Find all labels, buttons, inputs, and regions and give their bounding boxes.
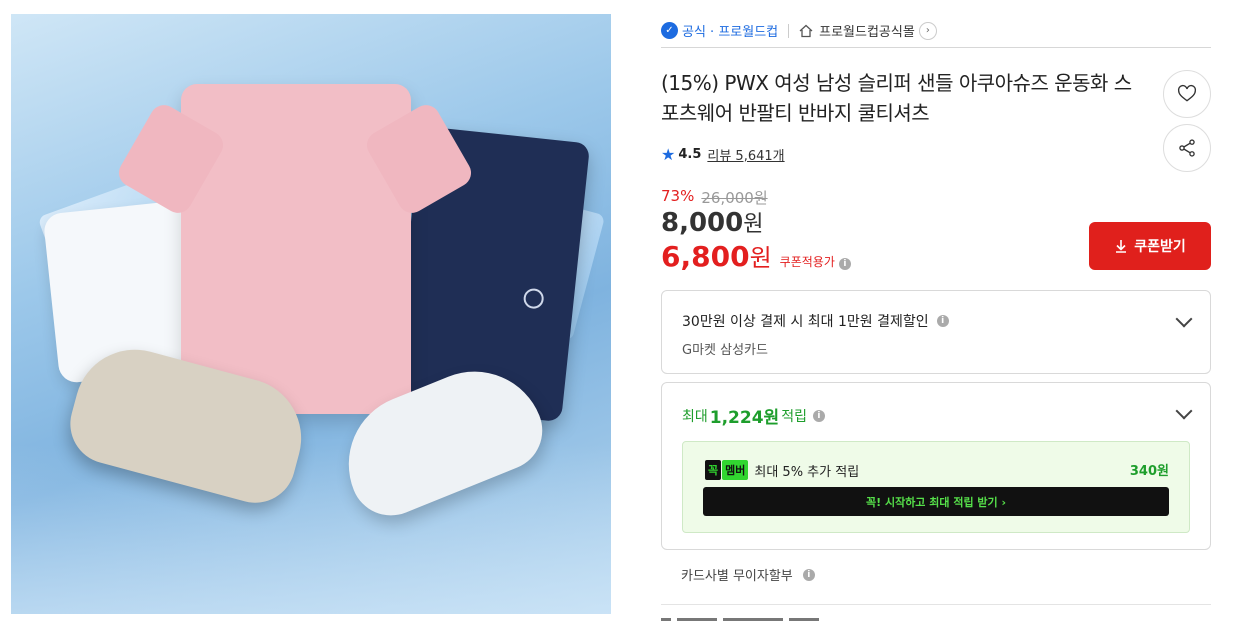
info-icon[interactable]: i xyxy=(936,315,949,327)
shorts-logo xyxy=(522,287,545,310)
points-amount: 1,224원 xyxy=(709,408,780,428)
coupon-price-label: 쿠폰적용가 xyxy=(779,255,835,269)
chevron-down-icon[interactable] xyxy=(1175,310,1193,328)
member-benefit-text: 최대 5% 추가 적립 xyxy=(754,464,860,480)
card-benefit-sub: G마켓 삼성카드 xyxy=(682,343,768,358)
home-icon xyxy=(799,24,813,37)
info-icon[interactable]: i xyxy=(812,409,825,422)
card-benefit-text: 30만원 이상 결제 시 최대 1만원 결제할인 xyxy=(682,314,929,330)
member-start-button[interactable]: 꼭! 시작하고 최대 적립 받기 › xyxy=(703,487,1169,516)
product-image[interactable] xyxy=(11,14,611,614)
member-logo: 꼭 xyxy=(705,460,722,480)
installment-row[interactable]: 카드사별 무이자할부 i xyxy=(681,565,815,584)
rating: ★ 4.5 리뷰 5,641개 xyxy=(661,145,785,164)
sale-price-value: 8,000 xyxy=(661,208,744,238)
sale-price: 8,000원 xyxy=(661,206,764,238)
card-benefit-main: 30만원 이상 결제 시 최대 1만원 결제할인 i xyxy=(682,311,949,331)
share-icon xyxy=(1179,139,1195,157)
member-points: 340원 xyxy=(1129,464,1169,479)
card-benefit-box[interactable]: 30만원 이상 결제 시 최대 1만원 결제할인 i G마켓 삼성카드 xyxy=(661,290,1211,374)
pink-tshirt xyxy=(113,84,477,414)
official-badge-icon: ✓ xyxy=(661,22,678,39)
member-row: 꼭 멤버 최대 5% 추가 적립 xyxy=(705,460,859,480)
divider xyxy=(788,23,790,38)
rating-value: 4.5 xyxy=(678,147,702,162)
sale-price-unit: 원 xyxy=(743,212,764,237)
seller-bar: ✓ 공식 · 프로월드컵 프로월드컵공식몰 › xyxy=(661,14,1211,48)
coupon-price: 6,800 원 쿠폰적용가 i xyxy=(661,238,851,273)
discount-rate: 73% xyxy=(661,187,695,205)
points-suffix: 적립 xyxy=(781,408,807,425)
wish-button[interactable] xyxy=(1163,70,1211,118)
chevron-down-icon[interactable] xyxy=(1175,402,1193,420)
download-icon xyxy=(1116,240,1127,253)
star-icon: ★ xyxy=(661,145,676,164)
coupon-button-label: 쿠폰받기 xyxy=(1134,239,1186,255)
info-icon[interactable]: i xyxy=(802,568,815,581)
original-price: 26,000원 xyxy=(701,189,768,207)
points-box: 최대 1,224원 적립 i 꼭 멤버 최대 5% 추가 적립 340원 꼭! 시… xyxy=(661,382,1211,550)
official-seller-label[interactable]: 공식 · 프로월드컵 xyxy=(682,21,778,40)
points-summary: 최대 1,224원 적립 i xyxy=(682,403,825,428)
cut-off-row xyxy=(661,618,861,625)
coupon-price-unit: 원 xyxy=(749,244,772,272)
member-benefit-box: 꼭 멤버 최대 5% 추가 적립 340원 꼭! 시작하고 최대 적립 받기 › xyxy=(682,441,1190,533)
member-logo-text: 멤버 xyxy=(722,460,749,480)
discount-row: 73% 26,000원 xyxy=(661,187,768,208)
heart-icon xyxy=(1177,84,1197,102)
coupon-button[interactable]: 쿠폰받기 xyxy=(1089,222,1211,270)
store-link[interactable]: 프로월드컵공식몰 xyxy=(819,21,915,40)
chevron-right-icon[interactable]: › xyxy=(918,21,937,40)
points-prefix: 최대 xyxy=(682,408,708,425)
info-icon[interactable]: i xyxy=(838,258,851,270)
product-title: (15%) PWX 여성 남성 슬리퍼 샌들 아쿠아슈즈 운동화 스포츠웨어 반… xyxy=(661,71,1132,125)
share-button[interactable] xyxy=(1163,124,1211,172)
divider xyxy=(661,604,1211,605)
ice-floor xyxy=(11,444,611,614)
installment-label: 카드사별 무이자할부 xyxy=(681,569,793,584)
review-count-link[interactable]: 리뷰 5,641개 xyxy=(707,145,784,164)
coupon-price-value: 6,800 xyxy=(661,240,750,273)
